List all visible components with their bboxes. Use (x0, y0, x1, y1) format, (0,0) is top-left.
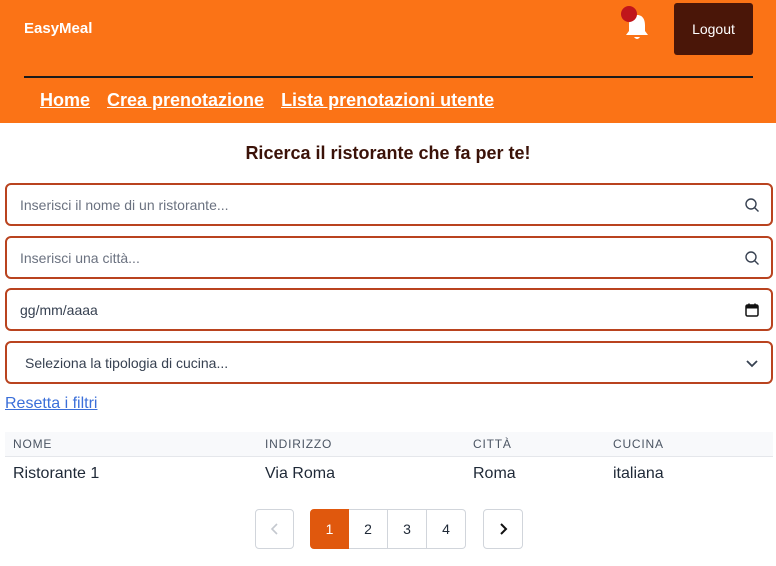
prev-page-button[interactable] (255, 509, 294, 549)
chevron-left-icon (270, 523, 278, 535)
nav-link-lista-prenotazioni[interactable]: Lista prenotazioni utente (281, 90, 494, 111)
cell-indirizzo: Via Roma (265, 465, 335, 482)
nav-link-home[interactable]: Home (40, 90, 90, 111)
calendar-icon[interactable] (744, 302, 760, 318)
page-button-4[interactable]: 4 (427, 509, 466, 549)
cell-citta: Roma (473, 465, 516, 482)
cuisine-selected-value: Seleziona la tipologia di cucina... (25, 355, 229, 371)
page-button-2[interactable]: 2 (349, 509, 388, 549)
main-nav: Home Crea prenotazione Lista prenotazion… (40, 90, 494, 111)
column-header-indirizzo[interactable]: INDIRIZZO (265, 437, 332, 451)
reset-filters-link[interactable]: Resetta i filtri (5, 395, 97, 413)
search-icon (745, 251, 759, 265)
city-search-input[interactable]: Inserisci una città... (5, 236, 773, 279)
date-input[interactable]: gg/mm/aaaa (5, 288, 773, 331)
top-header: EasyMeal Logout Home Crea prenotazione L… (0, 0, 776, 123)
chevron-right-icon (500, 523, 508, 535)
chevron-down-icon (746, 360, 758, 368)
cuisine-select[interactable]: Seleziona la tipologia di cucina... (5, 341, 773, 384)
search-icon (745, 198, 759, 212)
header-divider (24, 76, 753, 78)
notification-badge (621, 6, 637, 22)
column-header-cucina[interactable]: CUCINA (613, 437, 664, 451)
bell-icon (621, 6, 648, 39)
cell-cucina: italiana (613, 465, 664, 482)
column-header-nome[interactable]: NOME (13, 437, 52, 451)
city-search-placeholder: Inserisci una città... (20, 250, 140, 266)
column-header-citta[interactable]: CITTÀ (473, 437, 512, 451)
date-placeholder: gg/mm/aaaa (20, 302, 98, 318)
page-title: Ricerca il ristorante che fa per te! (245, 143, 531, 163)
logout-button[interactable]: Logout (674, 3, 753, 55)
table-row[interactable]: Ristorante 1 Via Roma Roma italiana (5, 457, 773, 490)
page-button-3[interactable]: 3 (388, 509, 427, 549)
brand-logo[interactable]: EasyMeal (24, 20, 92, 37)
cell-nome: Ristorante 1 (13, 465, 100, 482)
restaurant-search-input[interactable]: Inserisci il nome di un ristorante... (5, 183, 773, 226)
next-page-button[interactable] (483, 509, 523, 549)
nav-link-crea-prenotazione[interactable]: Crea prenotazione (107, 90, 264, 111)
notification-button[interactable] (620, 6, 654, 42)
table-header: NOME INDIRIZZO CITTÀ CUCINA (5, 432, 773, 457)
pagination: 1 2 3 4 (310, 509, 466, 549)
restaurant-search-placeholder: Inserisci il nome di un ristorante... (20, 197, 229, 213)
page-button-1[interactable]: 1 (310, 509, 349, 549)
